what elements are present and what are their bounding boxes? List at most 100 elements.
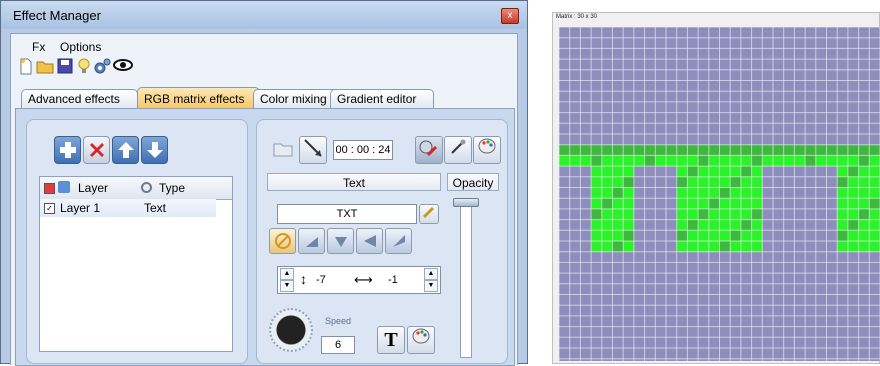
- direction-down-right-button[interactable]: [327, 228, 354, 254]
- matrix-lit-pixel: [783, 155, 795, 167]
- opacity-slider-track[interactable]: [460, 200, 472, 358]
- menu-fx[interactable]: Fx: [32, 40, 45, 54]
- matrix-lit-pixel: [601, 176, 613, 188]
- direction-up-left-button[interactable]: [298, 228, 325, 254]
- open-folder-icon[interactable]: [36, 58, 54, 76]
- matrix-lit-pixel: [708, 144, 720, 156]
- tab-strip: Advanced effects RGB matrix effects Colo…: [17, 87, 517, 109]
- title-bar[interactable]: Effect Manager x: [1, 1, 527, 29]
- matrix-lit-pixel: [601, 219, 613, 231]
- matrix-lit-pixel: [730, 144, 741, 156]
- matrix-lit-pixel: [591, 166, 602, 177]
- offset-y-down-spin[interactable]: ▼: [280, 280, 294, 292]
- open-effect-icon[interactable]: [269, 136, 297, 164]
- matrix-lit-pixel: [698, 198, 709, 209]
- close-button[interactable]: x: [501, 8, 519, 24]
- matrix-lit-pixel: [869, 241, 880, 252]
- matrix-lit-pixel: [623, 219, 634, 231]
- matrix-lit-pixel: [837, 166, 848, 177]
- add-layer-button[interactable]: [54, 136, 81, 164]
- tab-advanced-effects[interactable]: Advanced effects: [21, 89, 138, 108]
- offset-x-value: -1: [388, 274, 398, 286]
- matrix-lit-pixel: [837, 155, 848, 167]
- paint-tool-button[interactable]: [415, 136, 443, 164]
- matrix-lit-pixel: [644, 155, 656, 167]
- direction-static-button[interactable]: [269, 228, 296, 254]
- matrix-grid[interactable]: [559, 27, 880, 361]
- matrix-lit-pixel: [719, 155, 731, 167]
- offset-x-up-spin[interactable]: ▲: [424, 268, 438, 280]
- matrix-lit-pixel: [676, 166, 688, 177]
- effect-settings-group: 00 : 00 : 24 Text Opacity TXT ▲ ▼ ↕ -7 ⟷…: [256, 119, 508, 364]
- matrix-lit-pixel: [847, 230, 859, 241]
- matrix-lit-pixel: [687, 219, 699, 231]
- palette-button[interactable]: [473, 136, 501, 164]
- matrix-lit-pixel: [623, 155, 634, 167]
- matrix-lit-pixel: [601, 241, 613, 252]
- edit-text-button[interactable]: [419, 204, 439, 224]
- duration-field[interactable]: 00 : 00 : 24: [333, 140, 393, 160]
- matrix-lit-pixel: [869, 187, 880, 199]
- direction-right-button[interactable]: [385, 228, 412, 254]
- layer-visible-checkbox[interactable]: ✓: [44, 203, 55, 214]
- matrix-lit-pixel: [847, 208, 859, 220]
- move-layer-down-button[interactable]: [141, 136, 168, 164]
- effect-text-input[interactable]: TXT: [277, 204, 417, 224]
- eye-icon[interactable]: [113, 58, 133, 76]
- matrix-lit-pixel: [559, 144, 570, 156]
- matrix-lit-pixel: [676, 198, 688, 209]
- direction-left-button[interactable]: [356, 228, 383, 254]
- save-icon[interactable]: [56, 58, 74, 76]
- text-color-button[interactable]: [407, 326, 435, 354]
- matrix-lit-pixel: [687, 144, 699, 156]
- move-layer-up-button[interactable]: [112, 136, 139, 164]
- matrix-lit-pixel: [858, 187, 870, 199]
- matrix-lit-pixel: [869, 176, 880, 188]
- matrix-lit-pixel: [751, 241, 763, 252]
- column-header-layer[interactable]: Layer: [78, 181, 108, 195]
- matrix-lit-pixel: [687, 166, 699, 177]
- matrix-lit-pixel: [751, 176, 763, 188]
- layer-row[interactable]: ✓ Layer 1 Text: [40, 199, 216, 217]
- opacity-slider-thumb[interactable]: [453, 198, 479, 207]
- speed-value[interactable]: 6: [321, 336, 355, 354]
- matrix-lit-pixel: [569, 155, 581, 167]
- gears-icon[interactable]: [93, 58, 111, 76]
- offset-y-up-spin[interactable]: ▲: [280, 268, 294, 280]
- line-tool-button[interactable]: [299, 136, 327, 164]
- font-button[interactable]: T: [377, 326, 405, 354]
- matrix-lit-pixel: [623, 187, 634, 199]
- matrix-lit-pixel: [762, 144, 773, 156]
- matrix-lit-pixel: [869, 208, 880, 220]
- delete-layer-button[interactable]: [83, 136, 110, 164]
- matrix-lit-pixel: [719, 166, 731, 177]
- effect-manager-window: Effect Manager x Fx Options Advanced eff…: [0, 0, 528, 366]
- matrix-lit-pixel: [740, 230, 752, 241]
- matrix-lit-pixel: [591, 187, 602, 199]
- tab-gradient-editor[interactable]: Gradient editor: [330, 89, 434, 108]
- color-picker-button[interactable]: [444, 136, 472, 164]
- offset-x-down-spin[interactable]: ▼: [424, 280, 438, 292]
- matrix-lit-pixel: [869, 144, 880, 156]
- select-all-checkbox-icon[interactable]: [44, 183, 55, 194]
- matrix-lit-pixel: [687, 198, 699, 209]
- tab-rgb-matrix-effects[interactable]: RGB matrix effects: [137, 87, 260, 109]
- matrix-lit-pixel: [730, 208, 741, 220]
- matrix-lit-pixel: [591, 241, 602, 252]
- matrix-lit-pixel: [751, 198, 763, 209]
- matrix-lit-pixel: [708, 187, 720, 199]
- speed-knob[interactable]: [269, 308, 313, 352]
- matrix-lit-pixel: [869, 219, 880, 231]
- new-file-icon[interactable]: [17, 58, 35, 76]
- menu-options[interactable]: Options: [60, 40, 101, 54]
- column-header-type[interactable]: Type: [159, 181, 185, 195]
- layer-list[interactable]: Layer Type ✓ Layer 1 Text: [39, 176, 233, 352]
- bulb-icon[interactable]: [75, 58, 93, 76]
- matrix-lit-pixel: [837, 144, 848, 156]
- offset-control[interactable]: ▲ ▼ ↕ -7 ⟷ -1 ▲ ▼: [277, 266, 441, 294]
- window-client: Fx Options Advanced effects RGB matrix e…: [10, 33, 518, 366]
- matrix-lit-pixel: [858, 155, 870, 167]
- matrix-lit-pixel: [612, 198, 624, 209]
- matrix-lit-pixel: [623, 230, 634, 241]
- matrix-lit-pixel: [740, 241, 752, 252]
